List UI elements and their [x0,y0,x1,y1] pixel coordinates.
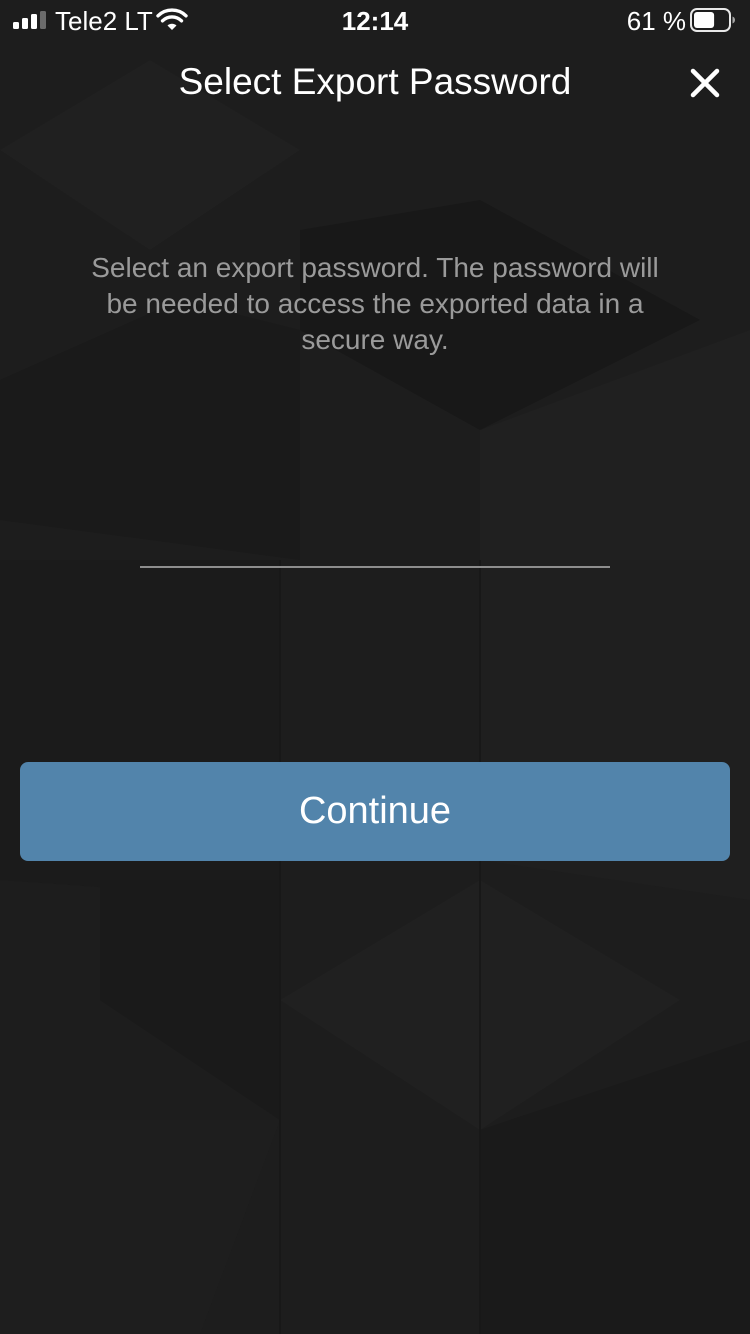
export-description: Select an export password. The password … [91,252,659,355]
password-input[interactable] [140,500,610,568]
battery-icon [690,8,735,32]
background-pattern [0,0,750,1334]
close-icon[interactable] [682,60,728,106]
continue-button[interactable]: Continue [20,762,730,861]
battery-percent: 61 % [626,6,686,36]
export-password-screen: Tele2 LT 12:14 61 % Select Export Passwo… [0,0,750,1334]
page-title: Select Export Password [178,61,572,102]
status-bar: Tele2 LT 12:14 61 % [0,0,750,40]
